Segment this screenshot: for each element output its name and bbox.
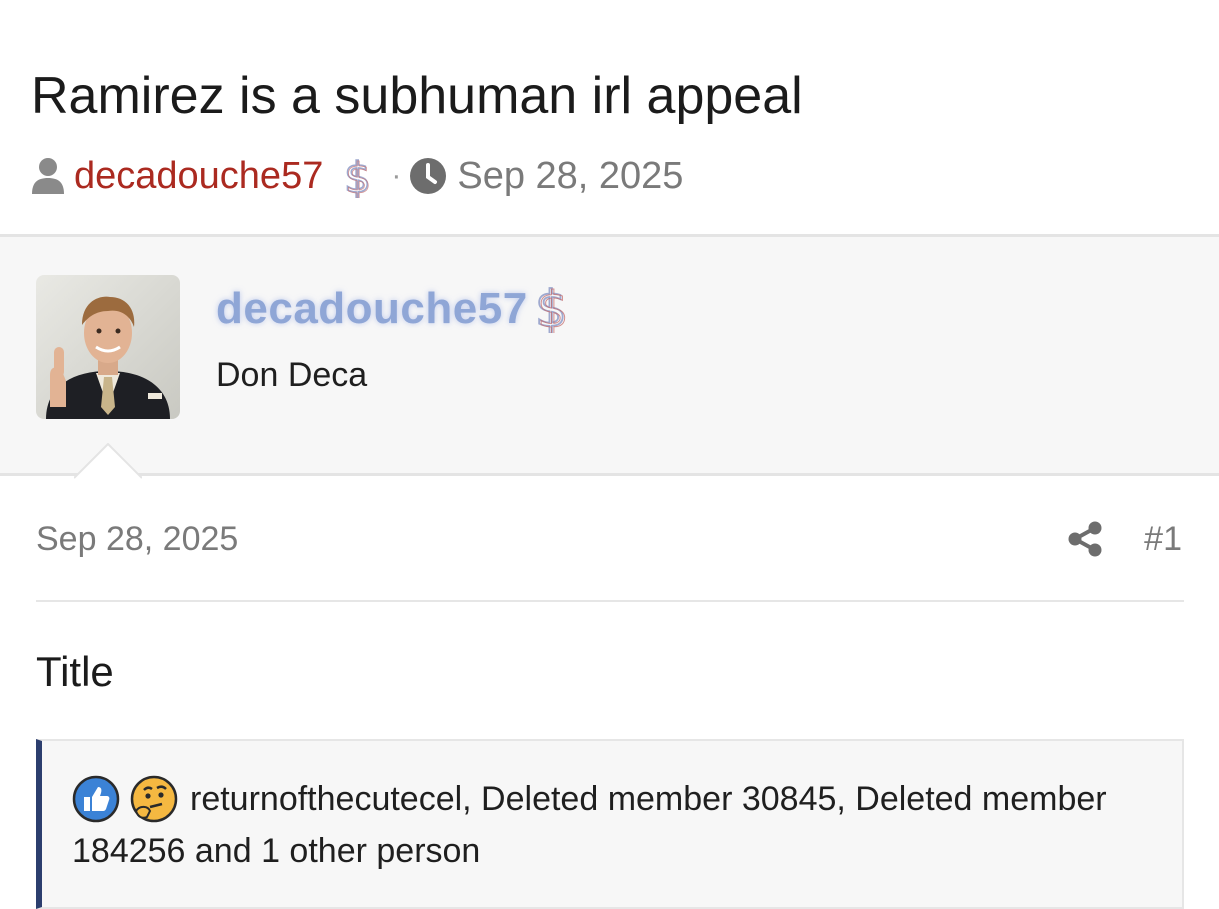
- user-title: Don Deca: [216, 356, 368, 394]
- post-meta: Sep 28, 2025 #1: [36, 512, 1184, 568]
- user-icon: [32, 158, 64, 194]
- thread-author-link[interactable]: decadouche57: [74, 155, 323, 198]
- avatar[interactable]: [36, 275, 180, 419]
- reaction-users-list[interactable]: returnofthecutecel, Deleted member 30845…: [72, 773, 1162, 877]
- thread-header: Ramirez is a subhuman irl appeal decadou…: [0, 0, 1219, 234]
- divider: [36, 600, 1184, 602]
- user-block-pointer: [74, 443, 142, 479]
- thread-date: Sep 28, 2025: [457, 154, 684, 197]
- post-number-link[interactable]: #1: [1144, 520, 1182, 559]
- post-body: Title: [36, 648, 114, 695]
- avatar-image: [36, 275, 180, 419]
- svg-text:$: $: [345, 154, 372, 198]
- dollar-icon: $ $: [534, 281, 569, 333]
- user-name-link[interactable]: decadouche57: [216, 281, 528, 337]
- thread-meta: decadouche57 $ $ · Sep 28, 2025: [30, 148, 683, 204]
- reactions-bar[interactable]: returnofthecutecel, Deleted member 30845…: [36, 739, 1184, 909]
- clock-icon: [410, 158, 447, 194]
- share-icon[interactable]: [1066, 520, 1104, 558]
- dollar-icon: $ $: [344, 154, 373, 198]
- user-block: decadouche57 $ $ Don Deca: [0, 234, 1219, 476]
- meta-separator: ·: [391, 159, 402, 192]
- svg-text:$: $: [537, 281, 569, 333]
- post-date-link[interactable]: Sep 28, 2025: [36, 520, 238, 559]
- thread-title: Ramirez is a subhuman irl appeal: [31, 67, 803, 125]
